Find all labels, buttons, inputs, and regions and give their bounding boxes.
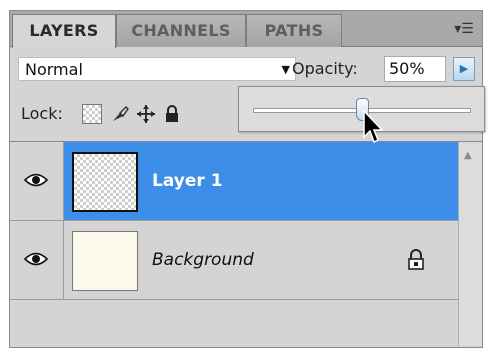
layer-row-layer-1[interactable]: Layer 1 bbox=[10, 142, 458, 220]
layer-name: Layer 1 bbox=[152, 171, 223, 191]
layer-list: Layer 1 Background ▲ bbox=[10, 141, 482, 347]
lock-icon bbox=[408, 249, 424, 270]
tab-layers[interactable]: LAYERS bbox=[12, 14, 116, 48]
lock-all-icon[interactable] bbox=[162, 104, 182, 124]
visibility-toggle[interactable] bbox=[10, 221, 64, 299]
eye-icon bbox=[24, 252, 48, 266]
chevron-down-icon: ▼ bbox=[281, 63, 290, 76]
layer-row-background[interactable]: Background bbox=[10, 221, 458, 299]
layers-panel: LAYERS CHANNELS PATHS ▾☰ Normal ▼ Opacit… bbox=[9, 10, 483, 348]
blend-mode-dropdown[interactable]: Normal ▼ bbox=[18, 57, 296, 81]
opacity-label: Opacity: bbox=[292, 59, 358, 78]
row-divider bbox=[10, 299, 458, 300]
opacity-field[interactable]: 50% bbox=[384, 56, 446, 82]
panel-tab-bar: LAYERS CHANNELS PATHS ▾☰ bbox=[10, 11, 482, 48]
tab-paths[interactable]: PATHS bbox=[246, 14, 342, 47]
visibility-toggle[interactable] bbox=[10, 142, 64, 220]
scroll-up-icon[interactable]: ▲ bbox=[464, 150, 472, 161]
layer-list-scrollbar[interactable]: ▲ bbox=[458, 142, 482, 346]
panel-menu-icon[interactable]: ▾☰ bbox=[454, 19, 474, 39]
layer-thumbnail bbox=[72, 231, 138, 291]
lock-image-pixels-icon[interactable] bbox=[110, 104, 130, 124]
lock-label: Lock: bbox=[21, 104, 63, 123]
lock-position-icon[interactable] bbox=[136, 104, 156, 124]
lock-transparent-pixels-icon[interactable] bbox=[82, 104, 102, 124]
blend-mode-value: Normal bbox=[25, 60, 83, 79]
blend-opacity-row: Normal ▼ Opacity: 50% ▶ bbox=[10, 48, 482, 88]
layer-thumbnail bbox=[72, 152, 138, 212]
layer-name: Background bbox=[152, 250, 254, 270]
tab-channels[interactable]: CHANNELS bbox=[116, 14, 246, 47]
mouse-cursor-icon bbox=[363, 110, 384, 144]
opacity-slider-toggle-button[interactable]: ▶ bbox=[453, 57, 475, 81]
eye-icon bbox=[24, 173, 48, 187]
